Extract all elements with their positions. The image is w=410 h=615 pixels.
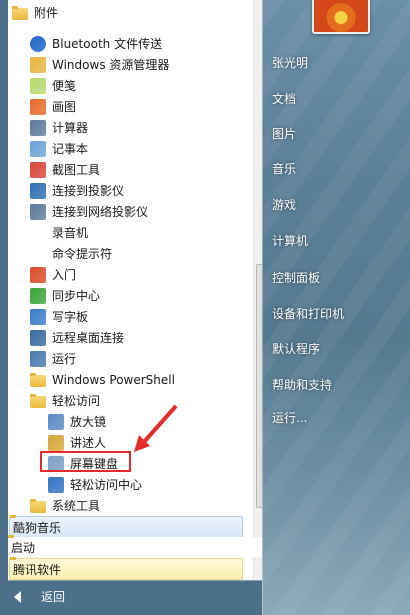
menu-item[interactable]: 附件 — [8, 2, 248, 23]
ease-of-access-icon — [48, 476, 64, 493]
back-arrow-icon — [14, 590, 21, 603]
menu-item[interactable]: 写字板 — [8, 306, 266, 327]
menu-item[interactable]: 入门 — [8, 264, 266, 285]
snipping-tool-icon — [30, 161, 46, 178]
menu-item[interactable]: 系统工具 — [8, 495, 266, 516]
menu-item[interactable]: 记事本 — [8, 138, 266, 159]
menu-item-label: 系统工具 — [52, 499, 101, 513]
right-pane-link[interactable]: 默认程序 — [272, 340, 320, 357]
menu-item-label: 运行 — [52, 352, 77, 366]
menu-item-label: 讲述人 — [70, 436, 107, 450]
menu-item[interactable]: 远程桌面连接 — [8, 327, 266, 348]
menu-item[interactable]: 便笺 — [8, 75, 266, 96]
menu-item-label: 画图 — [52, 100, 77, 114]
menu-item[interactable]: 录音机 — [8, 222, 266, 243]
folder-icon — [30, 393, 46, 408]
menu-group-folder[interactable]: 腾讯软件 — [9, 558, 243, 580]
menu-item-label: Bluetooth 文件传送 — [52, 37, 163, 51]
menu-item-label: 截图工具 — [52, 163, 101, 177]
bluetooth-icon — [30, 35, 46, 52]
right-pane-link[interactable]: 运行... — [272, 409, 307, 426]
user-avatar[interactable] — [312, 0, 370, 34]
menu-item-label: Windows 资源管理器 — [52, 58, 170, 72]
paint-icon — [30, 98, 46, 115]
remote-desktop-icon — [30, 329, 46, 346]
menu-item-label: 记事本 — [52, 142, 89, 156]
program-items: 附件 Bluetooth 文件传送 Windows 资源管理器 便笺画图计算器记事本截… — [8, 0, 246, 580]
right-pane-link[interactable]: 音乐 — [272, 160, 296, 177]
menu-item[interactable]: 连接到投影仪 — [8, 180, 266, 201]
menu-item-label: 录音机 — [52, 226, 89, 240]
wordpad-icon — [30, 308, 46, 325]
calculator-icon — [30, 119, 46, 136]
menu-item-label: 写字板 — [52, 310, 89, 324]
menu-item[interactable]: 轻松访问中心 — [8, 474, 284, 495]
menu-item-label: 计算器 — [52, 121, 89, 135]
menu-item[interactable]: 命令提示符 — [8, 243, 266, 264]
right-pane-link[interactable]: 控制面板 — [272, 269, 320, 286]
menu-item[interactable]: 截图工具 — [8, 159, 266, 180]
right-pane-link[interactable]: 游戏 — [272, 196, 296, 213]
menu-group-label: 启动 — [11, 540, 36, 555]
network-projector-icon — [30, 203, 46, 220]
annotation-highlight-box — [40, 451, 131, 472]
right-pane-link[interactable]: 帮助和支持 — [272, 376, 332, 393]
right-pane-link[interactable]: 设备和打印机 — [272, 305, 344, 322]
menu-item[interactable]: 连接到网络投影仪 — [8, 201, 266, 222]
right-pane-link[interactable]: 计算机 — [272, 232, 308, 249]
menu-group-label: 腾讯软件 — [13, 562, 62, 577]
menu-item-label: 连接到投影仪 — [52, 184, 125, 198]
folder-icon — [30, 372, 46, 387]
start-menu-right-pane: 张光明文档图片音乐游戏计算机控制面板设备和打印机 默认程序帮助和支持运行... — [262, 0, 410, 615]
sync-center-icon — [30, 287, 46, 304]
back-label: 返回 — [41, 590, 66, 604]
menu-item-label: Windows PowerShell — [52, 372, 175, 387]
menu-item-label: 便笺 — [52, 79, 77, 93]
menu-group-folder[interactable]: 启动 — [8, 537, 262, 557]
menu-item-label: 连接到网络投影仪 — [52, 205, 149, 219]
menu-item[interactable]: Windows PowerShell — [8, 369, 266, 390]
notepad-icon — [30, 140, 46, 157]
menu-item[interactable]: 画图 — [8, 96, 266, 117]
menu-group-label: 酷狗音乐 — [13, 520, 62, 535]
menu-item-label: 命令提示符 — [52, 247, 113, 261]
folder-icon — [12, 5, 28, 20]
right-pane-link[interactable]: 图片 — [272, 125, 296, 142]
menu-item[interactable]: 计算器 — [8, 117, 266, 138]
divider — [8, 580, 262, 581]
run-icon — [30, 350, 46, 367]
narrator-icon — [48, 434, 64, 451]
menu-item[interactable]: Windows 资源管理器 — [8, 54, 266, 75]
right-pane-link[interactable]: 文档 — [272, 90, 296, 107]
menu-item-label: 轻松访问 — [52, 394, 101, 408]
getting-started-icon — [30, 266, 46, 283]
menu-item[interactable]: 轻松访问 — [8, 390, 266, 411]
projector-icon — [30, 182, 46, 199]
explorer-icon — [30, 56, 46, 73]
sticky-notes-icon — [30, 77, 46, 94]
menu-item[interactable]: 放大镜 — [8, 411, 284, 432]
menu-item-label: 放大镜 — [70, 415, 107, 429]
magnifier-icon — [48, 413, 64, 430]
right-pane-link[interactable]: 张光明 — [272, 54, 308, 71]
menu-item[interactable]: 运行 — [8, 348, 266, 369]
folder-icon — [30, 498, 46, 513]
menu-item[interactable]: 同步中心 — [8, 285, 266, 306]
cmd-icon — [30, 249, 46, 261]
menu-item-label: 远程桌面连接 — [52, 331, 125, 345]
start-menu-left-pane: 附件 Bluetooth 文件传送 Windows 资源管理器 便笺画图计算器记事本截… — [0, 0, 268, 615]
menu-item-label: 同步中心 — [52, 289, 101, 303]
menu-item[interactable]: Bluetooth 文件传送 — [8, 33, 266, 54]
menu-item-label: 入门 — [52, 268, 77, 282]
menu-item[interactable]: 讲述人 — [8, 432, 284, 453]
menu-group-folder[interactable]: 酷狗音乐 — [9, 516, 243, 538]
back-button[interactable]: 返回 — [14, 588, 65, 605]
menu-item-label: 附件 — [34, 6, 59, 20]
menu-item-label: 轻松访问中心 — [70, 478, 143, 492]
all-programs-list: 附件 Bluetooth 文件传送 Windows 资源管理器 便笺画图计算器记事本截… — [8, 0, 268, 580]
microphone-icon — [30, 225, 46, 241]
